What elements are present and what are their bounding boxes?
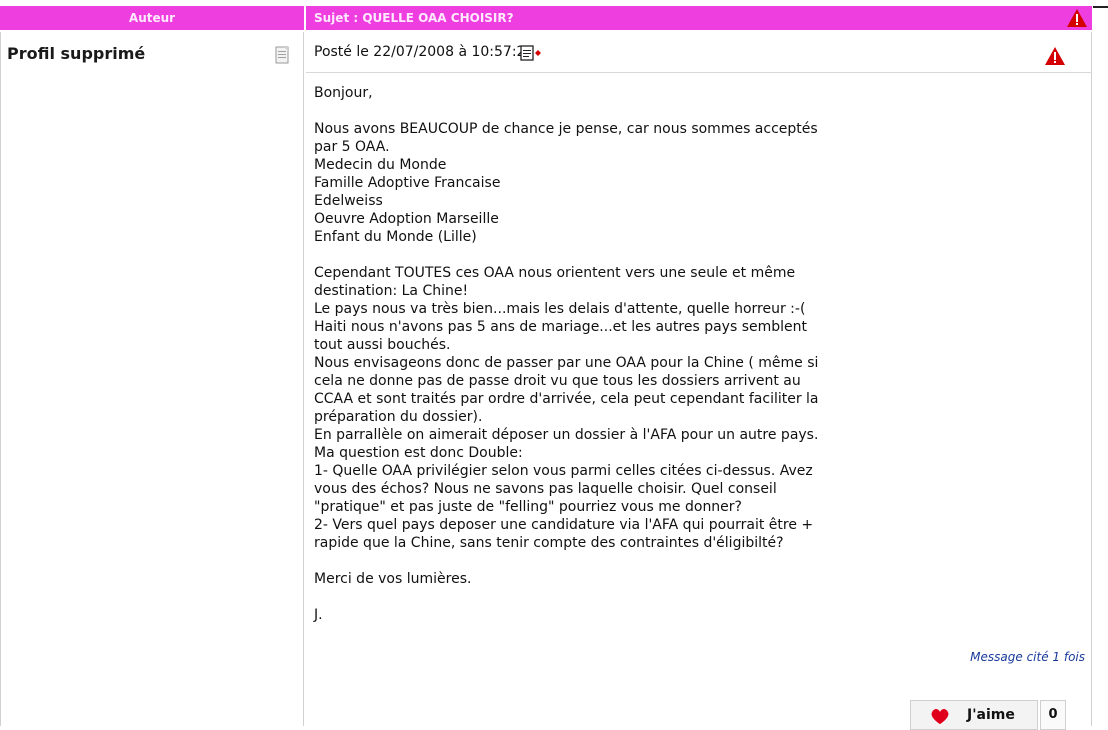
message-body: Bonjour, Nous avons BEAUCOUP de chance j… [314, 84, 1084, 624]
post-date: Posté le 22/07/2008 à 10:57:22 [314, 44, 535, 60]
author-name[interactable]: Profil supprimé [7, 44, 145, 63]
message-line: Enfant du Monde (Lille) [314, 229, 477, 245]
heart-icon [931, 709, 949, 725]
message-line [314, 102, 1084, 120]
post-header-divider [306, 72, 1092, 73]
message-line: Le pays nous va très bien...mais les del… [314, 301, 806, 317]
subject-column-header: Sujet : QUELLE OAA CHOISIR? [306, 6, 1092, 30]
like-label: J'aime [967, 707, 1015, 723]
message-column: Posté le 22/07/2008 à 10:57:22 Bonjour, … [306, 32, 1092, 730]
message-line: Nous avons BEAUCOUP de chance je pense, … [314, 121, 818, 137]
message-line: par 5 OAA. [314, 139, 390, 155]
author-column: Profil supprimé [0, 32, 304, 726]
message-line: 1- Quelle OAA privilégier selon vous par… [314, 463, 813, 479]
forum-post-frame: Auteur Sujet : QUELLE OAA CHOISIR? Profi… [0, 0, 1108, 730]
message-line: CCAA et sont traités par ordre d'arrivée… [314, 391, 819, 407]
message-line: En parrallèle on aimerait déposer un dos… [314, 427, 819, 443]
post-header: Posté le 22/07/2008 à 10:57:22 [314, 44, 534, 60]
author-column-header: Auteur [0, 6, 304, 30]
message-cited-link[interactable]: Message cité 1 fois [970, 650, 1085, 664]
message-line: Edelweiss [314, 193, 383, 209]
message-line: rapide que la Chine, sans tenir compte d… [314, 535, 784, 551]
message-line: Ma question est donc Double: [314, 445, 523, 461]
message-line [314, 588, 1084, 606]
message-line: vous des échos? Nous ne savons pas laque… [314, 481, 777, 497]
warning-icon[interactable] [1066, 8, 1088, 28]
message-line: Merci de vos lumières. [314, 571, 472, 587]
corner-line [1093, 6, 1108, 8]
message-line: destination: La Chine! [314, 283, 469, 299]
message-line [314, 552, 1084, 570]
warning-icon[interactable] [1044, 46, 1066, 66]
quote-icon[interactable] [520, 44, 542, 62]
message-line: Medecin du Monde [314, 157, 447, 173]
message-line: Famille Adoptive Francaise [314, 175, 501, 191]
message-line: Nous envisageons donc de passer par une … [314, 355, 819, 371]
message-line: Cependant TOUTES ces OAA nous orientent … [314, 265, 796, 281]
message-line: Oeuvre Adoption Marseille [314, 211, 499, 227]
message-line: tout aussi bouchés. [314, 337, 451, 353]
message-line: "pratique" et pas juste de "felling" pou… [314, 499, 742, 515]
message-line: Bonjour, [314, 85, 373, 101]
message-line: 2- Vers quel pays deposer une candidatur… [314, 517, 814, 533]
table-header: Auteur Sujet : QUELLE OAA CHOISIR? [0, 6, 1098, 30]
message-line: Haiti nous n'avons pas 5 ans de mariage.… [314, 319, 807, 335]
message-line: cela ne donne pas de passe droit vu que … [314, 373, 801, 389]
message-line: préparation du dossier). [314, 409, 483, 425]
message-line: J. [314, 607, 323, 623]
document-icon[interactable] [275, 46, 289, 64]
message-line [314, 246, 1084, 264]
